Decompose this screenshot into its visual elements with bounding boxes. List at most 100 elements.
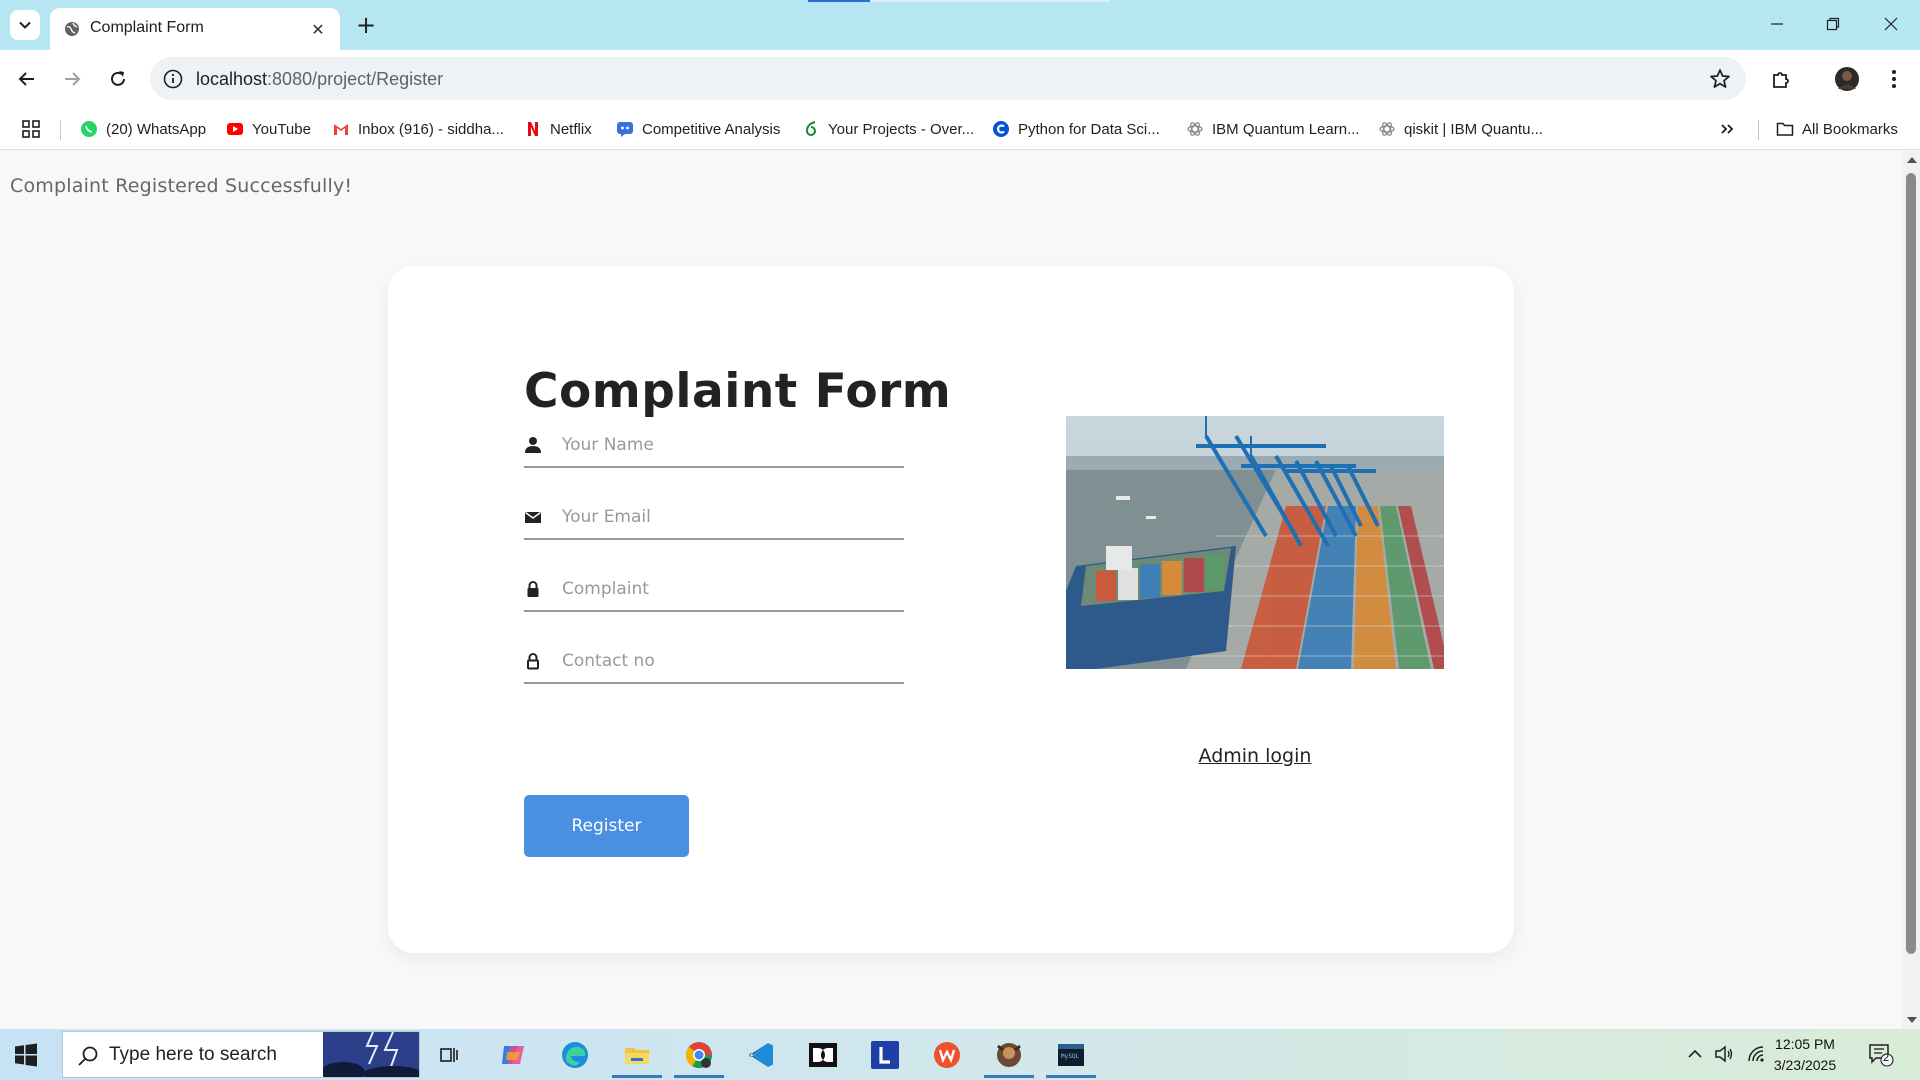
bookmark-overleaf[interactable]: Your Projects - Over... <box>802 118 974 140</box>
bookmarks-overflow-button[interactable] <box>1718 118 1736 140</box>
scroll-up-arrow-icon[interactable] <box>1907 157 1917 163</box>
bookmark-label: Your Projects - Over... <box>828 120 975 138</box>
back-button[interactable] <box>12 64 42 94</box>
bookmark-label: Inbox (916) - siddha... <box>358 120 504 138</box>
apps-grid-icon <box>22 120 40 138</box>
email-field <box>524 496 904 540</box>
name-input[interactable] <box>562 430 892 460</box>
close-window-button[interactable] <box>1876 12 1906 36</box>
ibm-quantum-icon <box>1379 122 1395 136</box>
browser-menu-button[interactable] <box>1879 64 1909 94</box>
taskbar-game-app[interactable] <box>984 1031 1034 1078</box>
speaker-icon <box>1715 1045 1733 1063</box>
site-info-icon[interactable] <box>162 68 184 90</box>
all-bookmarks-button[interactable]: All Bookmarks <box>1776 118 1898 140</box>
lock-icon <box>527 581 539 597</box>
bookmark-ibm-quantum-learning[interactable]: IBM Quantum Learn... <box>1186 118 1360 140</box>
scrollbar-thumb[interactable] <box>1906 173 1916 954</box>
new-tab-button[interactable]: + <box>352 11 380 39</box>
reload-icon <box>111 71 125 86</box>
arrow-right-icon <box>65 72 81 86</box>
complaint-field <box>524 568 904 612</box>
svg-text:MySQL: MySQL <box>1061 1053 1079 1060</box>
complaint-card: Complaint Form Register <box>388 266 1514 953</box>
clock-time: 12:05 PM <box>1775 1036 1835 1052</box>
l-app-icon <box>871 1040 899 1069</box>
taskbar-chrome[interactable] <box>674 1031 724 1078</box>
address-bar[interactable]: localhost:8080/project/Register <box>150 57 1746 100</box>
bookmark-label: Competitive Analysis <box>642 120 781 138</box>
notification-icon <box>1869 1044 1894 1067</box>
bookmark-competitive-analysis[interactable]: Competitive Analysis <box>616 118 780 140</box>
tab-complaint-form[interactable]: Complaint Form ✕ <box>50 8 340 50</box>
taskbar-l-app[interactable] <box>860 1031 910 1078</box>
chrome-icon <box>685 1041 713 1068</box>
chat-bot-icon <box>617 122 633 137</box>
complaint-input[interactable] <box>562 574 892 604</box>
close-icon <box>1884 17 1898 31</box>
url-text[interactable]: localhost:8080/project/Register <box>196 69 443 90</box>
register-button[interactable]: Register <box>524 795 689 857</box>
whatsapp-icon <box>81 121 97 137</box>
person-icon <box>525 437 541 453</box>
folder-icon <box>1776 122 1794 136</box>
copilot-icon <box>502 1045 524 1064</box>
tab-strip: Complaint Form ✕ + <box>0 0 1920 50</box>
bookmark-youtube[interactable]: YouTube <box>226 118 311 140</box>
contact-field <box>524 640 904 684</box>
restore-button[interactable] <box>1818 12 1848 36</box>
taskbar-vscode[interactable] <box>736 1031 786 1078</box>
overleaf-icon <box>805 121 816 136</box>
taskbar-dolby[interactable] <box>798 1031 848 1078</box>
taskbar-clock[interactable]: 12:05 PM 3/23/2025 <box>1760 1034 1850 1076</box>
vscode-icon <box>749 1042 773 1067</box>
notification-center-button[interactable]: 2 <box>1868 1043 1894 1067</box>
taskbar-copilot[interactable] <box>488 1031 538 1078</box>
scroll-down-arrow-icon[interactable] <box>1907 1017 1917 1023</box>
scrollbar[interactable] <box>1902 151 1920 1029</box>
avatar <box>1835 67 1859 91</box>
reload-button[interactable] <box>103 64 133 94</box>
netflix-icon <box>528 122 538 136</box>
taskbar-wps[interactable] <box>922 1031 972 1078</box>
browser-toolbar: localhost:8080/project/Register <box>0 50 1920 108</box>
bookmark-label: Netflix <box>550 120 592 138</box>
drag-region-indicator <box>808 0 870 2</box>
bookmark-qiskit[interactable]: qiskit | IBM Quantu... <box>1378 118 1543 140</box>
show-hidden-icons-button[interactable] <box>1684 1043 1706 1065</box>
success-message: Complaint Registered Successfully! <box>10 175 353 197</box>
windows-start-icon[interactable] <box>14 1043 38 1067</box>
bookmark-star-icon[interactable] <box>1708 67 1732 91</box>
minimize-button[interactable] <box>1762 12 1792 36</box>
gmail-icon <box>334 124 348 135</box>
close-icon[interactable]: ✕ <box>308 19 328 39</box>
admin-login-link[interactable]: Admin login <box>1066 745 1444 767</box>
port-illustration <box>1066 416 1444 669</box>
extensions-button[interactable] <box>1766 64 1796 94</box>
container-port-image <box>1066 416 1444 669</box>
search-highlight-image <box>323 1032 419 1077</box>
forward-button[interactable] <box>57 64 87 94</box>
taskbar-mysql[interactable]: MySQL <box>1046 1031 1096 1078</box>
bookmark-python-data-science[interactable]: Python for Data Sci... <box>992 118 1160 140</box>
bookmark-label: IBM Quantum Learn... <box>1212 120 1360 138</box>
profile-button[interactable] <box>1832 64 1862 94</box>
email-input[interactable] <box>562 502 892 532</box>
contact-input[interactable] <box>562 646 892 676</box>
bookmark-gmail[interactable]: Inbox (916) - siddha... <box>332 118 504 140</box>
bookmark-netflix[interactable]: Netflix <box>524 118 592 140</box>
bookmark-whatsapp[interactable]: (20) WhatsApp <box>80 118 206 140</box>
form-title: Complaint Form <box>524 364 952 419</box>
lock-outline-icon <box>527 653 539 670</box>
taskbar-file-explorer[interactable] <box>612 1031 662 1078</box>
taskbar-edge[interactable] <box>550 1031 600 1078</box>
globe-icon <box>65 22 79 36</box>
volume-button[interactable] <box>1713 1043 1735 1065</box>
tab-search-button[interactable] <box>10 10 40 40</box>
apps-button[interactable] <box>22 118 40 140</box>
kebab-menu-icon <box>1892 70 1896 88</box>
task-view-button[interactable] <box>424 1031 474 1078</box>
taskbar-search[interactable]: Type here to search <box>62 1031 420 1078</box>
chevron-down-icon <box>19 21 31 29</box>
page-content: Complaint Registered Successfully! Compl… <box>0 151 1902 1029</box>
